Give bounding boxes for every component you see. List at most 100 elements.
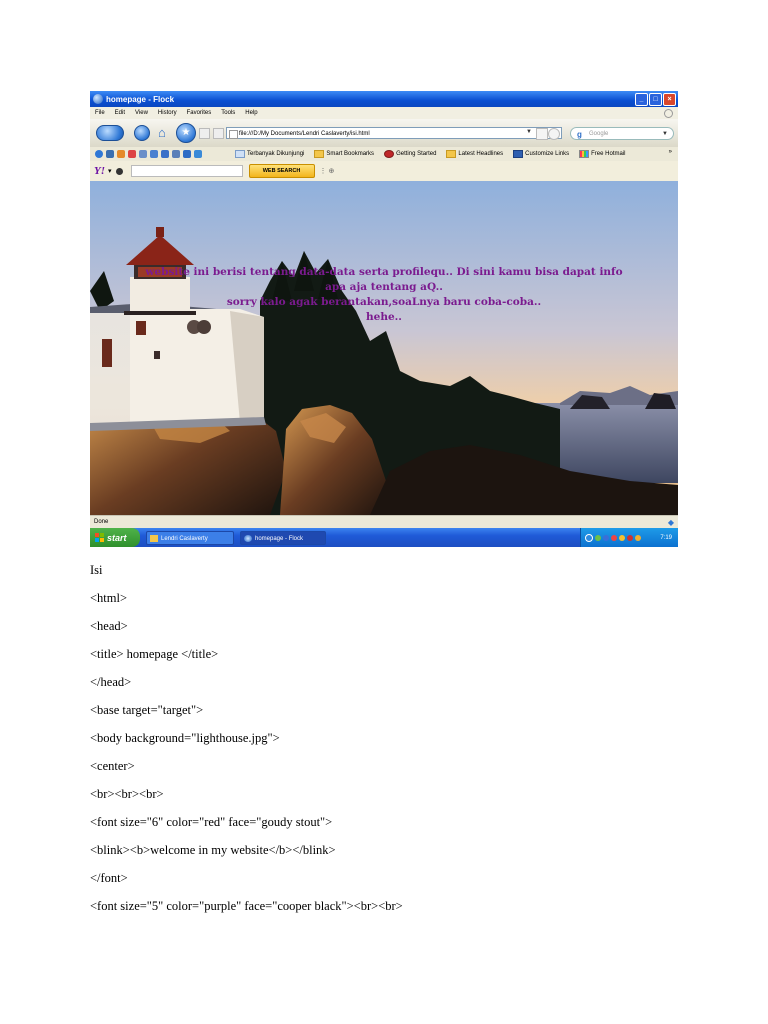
taskbar: start Lendri Caslaverty homepage - Flock…: [90, 528, 678, 547]
tray-icon[interactable]: [595, 534, 601, 541]
msn-icon: [579, 150, 590, 158]
status-text: Done: [94, 519, 109, 525]
page-text-line: apa aja tentang aQ..: [325, 281, 443, 293]
tray-icon[interactable]: [627, 534, 633, 541]
bookmark-label: Getting Started: [396, 151, 437, 157]
folder-icon: [314, 150, 325, 158]
page-text-line: website ini berisi tentang data-data ser…: [145, 266, 623, 278]
bookmark-item[interactable]: Latest Headlines: [446, 150, 503, 158]
code-line: <br><br><br>: [90, 787, 164, 801]
code-heading: Isi: [90, 563, 103, 577]
close-button[interactable]: ×: [663, 93, 676, 106]
pen-icon[interactable]: [183, 150, 191, 158]
taskbar-item-folder[interactable]: Lendri Caslaverty: [146, 530, 234, 545]
globe-icon[interactable]: [95, 150, 103, 158]
page-text-line: sorry kalo agak berantakan,soaLnya baru …: [226, 296, 542, 308]
chevron-down-icon[interactable]: ▼: [662, 128, 668, 141]
menu-bar: File Edit View History Favorites Tools H…: [90, 107, 678, 119]
menu-tools[interactable]: Tools: [221, 110, 235, 116]
code-line: </font>: [90, 871, 128, 885]
chevron-down-icon[interactable]: ▼: [526, 129, 532, 135]
yahoo-search-input[interactable]: [130, 165, 243, 177]
search-placeholder: Google: [589, 131, 609, 137]
bookmark-item[interactable]: Customize Links: [513, 150, 569, 158]
menu-history[interactable]: History: [158, 110, 177, 116]
code-line: <title> homepage </title>: [90, 647, 219, 661]
toolbar-icons: [95, 150, 235, 158]
yahoo-logo[interactable]: Y!: [94, 165, 105, 177]
search-icon: [115, 167, 123, 175]
menu-favorites[interactable]: Favorites: [187, 110, 212, 116]
menu-view[interactable]: View: [135, 110, 148, 116]
blog-icon[interactable]: [117, 150, 125, 158]
star-icon[interactable]: ★: [176, 123, 196, 143]
start-label: start: [107, 532, 127, 543]
bookmark-label: Customize Links: [525, 151, 570, 157]
code-line: <head>: [90, 619, 128, 633]
toolbar-options-icon[interactable]: ⋮ ⊕: [320, 167, 335, 175]
bookmark-label: Terbanyak Dikunjungi: [247, 151, 305, 157]
address-field[interactable]: file:///D:/My Documents/Lendri Caslavert…: [226, 127, 562, 139]
code-line: <base target="target">: [90, 703, 204, 717]
window-title: homepage - Flock: [106, 94, 175, 104]
start-button[interactable]: start: [90, 528, 140, 547]
bookmark-item[interactable]: Terbanyak Dikunjungi: [235, 150, 304, 158]
menu-help[interactable]: Help: [245, 110, 257, 116]
folder-icon: [446, 150, 457, 158]
chevron-right-icon[interactable]: »: [669, 149, 672, 155]
tray-icon[interactable]: [619, 534, 625, 541]
minimize-button[interactable]: _: [635, 93, 648, 106]
web-search-button[interactable]: WEB SEARCH: [248, 164, 315, 178]
home-icon[interactable]: ⌂: [158, 126, 170, 139]
menu-file[interactable]: File: [95, 110, 105, 116]
bookmark-label: Latest Headlines: [458, 151, 504, 157]
go-icon[interactable]: [548, 128, 560, 140]
m-icon: [513, 150, 524, 158]
upload-icon[interactable]: [161, 150, 169, 158]
system-tray: 7:19: [580, 528, 678, 547]
toolbar-icon[interactable]: [199, 127, 210, 139]
reload-button[interactable]: [134, 125, 150, 141]
taskbar-item-label: homepage - Flock: [255, 535, 304, 542]
star-icon[interactable]: [150, 150, 158, 158]
people-icon[interactable]: [106, 150, 114, 158]
page-icon: [229, 130, 238, 139]
photo-icon[interactable]: [172, 150, 180, 158]
maximize-button[interactable]: □: [649, 93, 662, 106]
code-listing: Isi <html> <head> <title> homepage </tit…: [90, 556, 690, 920]
bookmark-item[interactable]: Smart Bookmarks: [314, 150, 374, 158]
back-forward-button[interactable]: [96, 125, 124, 141]
status-bar: Done ◆: [90, 515, 678, 528]
taskbar-item-browser[interactable]: homepage - Flock: [240, 530, 326, 545]
title-bar: homepage - Flock _ □ ×: [90, 91, 678, 107]
bookmark-item[interactable]: Free Hotmail: [579, 150, 625, 158]
tray-icon[interactable]: [585, 533, 593, 542]
arrow-up-icon[interactable]: [194, 150, 202, 158]
code-line: <blink><b>welcome in my website</b></bli…: [90, 843, 336, 857]
clock: 7:19: [660, 534, 672, 541]
chat-icon[interactable]: ◆: [668, 518, 674, 527]
page-icon: [235, 150, 245, 158]
windows-logo-icon: [95, 533, 104, 542]
tray-icon[interactable]: [603, 534, 609, 541]
toolbar-icon[interactable]: [213, 127, 224, 139]
flock-icon: [93, 94, 103, 104]
feed-icon[interactable]: [128, 150, 136, 158]
code-line: <font size="6" color="red" face="goudy s…: [90, 815, 333, 829]
menu-edit[interactable]: Edit: [115, 110, 125, 116]
feed-icon[interactable]: [536, 128, 548, 140]
yahoo-toolbar: Y! ▾ WEB SEARCH ⋮ ⊕: [90, 161, 678, 182]
bookmark-item[interactable]: Getting Started: [384, 150, 436, 158]
flock-icon: [384, 150, 395, 158]
tray-icon[interactable]: [635, 534, 641, 541]
window-controls: _ □ ×: [635, 93, 676, 106]
tray-icon[interactable]: [611, 534, 617, 541]
search-input[interactable]: g Google ▼: [570, 127, 674, 140]
bookmarks-toolbar: Terbanyak Dikunjungi Smart Bookmarks Get…: [90, 147, 678, 162]
mail-icon[interactable]: [139, 150, 147, 158]
address-url: file:///D:/My Documents/Lendri Caslavert…: [239, 131, 370, 137]
chevron-down-icon[interactable]: ▾: [108, 167, 112, 175]
flock-icon: [244, 534, 252, 542]
code-line: <center>: [90, 759, 135, 773]
browser-screenshot: homepage - Flock _ □ × File Edit View Hi…: [90, 91, 678, 547]
